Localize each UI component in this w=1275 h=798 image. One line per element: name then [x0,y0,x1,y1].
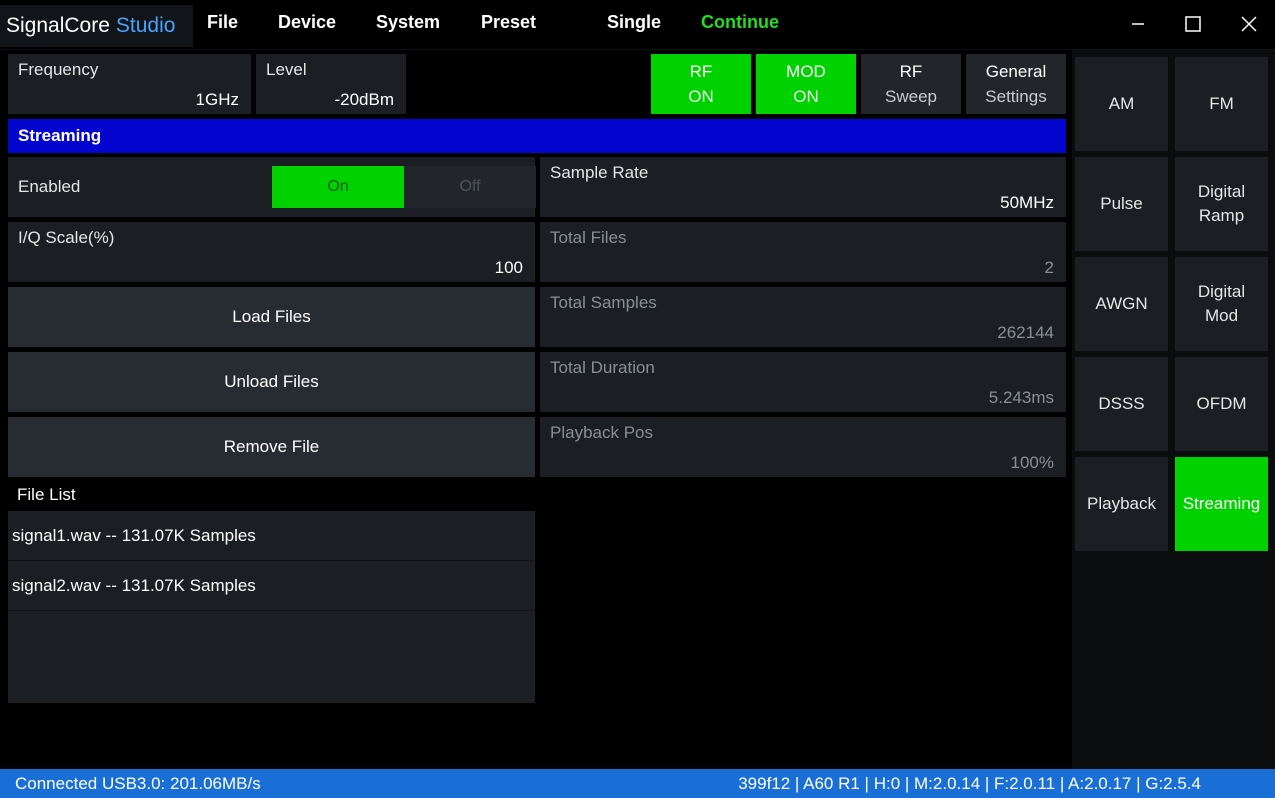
total-files-label: Total Files [550,228,627,247]
level-field[interactable]: Level -20dBm [256,54,406,114]
menu-file[interactable]: File [207,12,238,33]
iq-scale-label: I/Q Scale(%) [18,228,115,247]
sample-rate-value: 50MHz [1000,193,1054,212]
enabled-off-toggle[interactable]: Off [404,166,536,208]
enabled-on-toggle[interactable]: On [272,166,404,208]
level-value: -20dBm [334,90,394,109]
mode-playback-button[interactable]: Playback [1075,457,1168,551]
maximize-icon [1185,16,1201,32]
list-item[interactable]: signal2.wav -- 131.07K Samples [8,561,535,611]
rf-sweep-button[interactable]: RF Sweep [861,54,961,114]
maximize-button[interactable] [1173,8,1213,40]
close-button[interactable] [1229,8,1269,40]
menu-system[interactable]: System [376,12,440,33]
mode-dsss-button[interactable]: DSSS [1075,357,1168,451]
general-settings-line2: Settings [985,87,1047,106]
mod-on-line2: ON [793,87,819,106]
file-list[interactable]: signal1.wav -- 131.07K Samples signal2.w… [8,511,535,703]
frequency-value: 1GHz [195,90,239,109]
menu-continue[interactable]: Continue [701,12,779,33]
menu-device[interactable]: Device [278,12,336,33]
menu-preset[interactable]: Preset [481,12,536,33]
load-files-button[interactable]: Load Files [8,287,535,347]
version-info: 399f12 | A60 R1 | H:0 | M:2.0.14 | F:2.0… [738,774,1201,793]
rf-on-line1: RF [689,62,713,81]
playback-pos-label: Playback Pos [550,423,653,442]
brand-secondary: Studio [115,14,176,37]
frequency-label: Frequency [18,60,99,79]
rf-on-button[interactable]: RF ON [651,54,751,114]
mod-on-line1: MOD [786,62,826,81]
rf-sweep-line2: Sweep [885,87,937,106]
general-settings-button[interactable]: General Settings [966,54,1066,114]
total-samples-field: Total Samples 262144 [540,287,1066,347]
sample-rate-field[interactable]: Sample Rate 50MHz [540,157,1066,217]
rf-sweep-line1: RF [899,62,923,81]
mod-on-button[interactable]: MOD ON [756,54,856,114]
mode-fm-button[interactable]: FM [1175,57,1268,151]
mode-panel: AM FM Pulse Digital Ramp AWGN Digital Mo… [1072,50,1275,769]
iq-scale-field[interactable]: I/Q Scale(%) 100 [8,222,535,282]
frequency-field[interactable]: Frequency 1GHz [8,54,251,114]
total-samples-label: Total Samples [550,293,657,312]
status-bar: Connected USB3.0: 201.06MB/s 399f12 | A6… [0,769,1275,798]
total-duration-value: 5.243ms [988,388,1054,407]
mode-digital-mod-button[interactable]: Digital Mod [1175,257,1268,351]
mode-awgn-button[interactable]: AWGN [1075,257,1168,351]
brand-primary: SignalCore [6,14,110,37]
menu-single[interactable]: Single [607,12,661,33]
playback-pos-field: Playback Pos 100% [540,417,1066,477]
general-settings-line1: General [985,62,1047,81]
app-brand: SignalCore Studio [0,5,193,47]
close-icon [1241,16,1257,32]
file-list-label: File List [17,485,76,504]
section-header: Streaming [8,119,1066,153]
total-files-value: 2 [1044,258,1054,277]
sample-rate-label: Sample Rate [550,163,649,182]
rf-on-line2: ON [688,87,714,106]
mode-streaming-button[interactable]: Streaming [1175,457,1268,551]
unload-files-button[interactable]: Unload Files [8,352,535,412]
list-item[interactable]: signal1.wav -- 131.07K Samples [8,511,535,561]
mode-am-button[interactable]: AM [1075,57,1168,151]
minimize-icon [1132,23,1144,25]
remove-file-button[interactable]: Remove File [8,417,535,477]
mode-digital-ramp-button[interactable]: Digital Ramp [1175,157,1268,251]
level-label: Level [266,60,307,79]
total-files-field: Total Files 2 [540,222,1066,282]
total-duration-field: Total Duration 5.243ms [540,352,1066,412]
mode-ofdm-button[interactable]: OFDM [1175,357,1268,451]
total-duration-label: Total Duration [550,358,655,377]
mode-pulse-button[interactable]: Pulse [1075,157,1168,251]
connection-status: Connected USB3.0: 201.06MB/s [15,774,261,793]
playback-pos-value: 100% [1010,453,1054,472]
total-samples-value: 262144 [997,323,1054,342]
enabled-label: Enabled [18,177,81,196]
title-bar: SignalCore Studio File Device System Pre… [0,0,1275,50]
iq-scale-value: 100 [494,258,523,277]
minimize-button[interactable] [1118,8,1158,40]
